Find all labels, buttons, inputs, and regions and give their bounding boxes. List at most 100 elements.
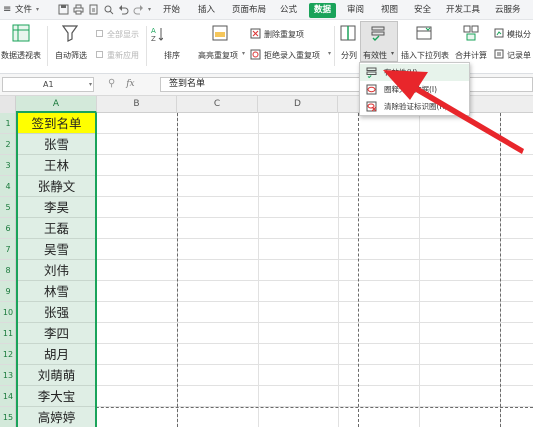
page-break-line (358, 113, 359, 427)
reject-dup-chevron-icon[interactable]: ▾ (328, 50, 331, 57)
reject-duplicates-button[interactable]: 拒绝录入重复项 (264, 50, 320, 61)
cell-a-name[interactable]: 刘萌萌 (18, 365, 95, 386)
consolidate-icon[interactable] (463, 25, 479, 41)
sort-button[interactable]: 排序 (164, 50, 180, 61)
reapply-button[interactable]: 重新应用 (107, 50, 139, 61)
highlight-duplicates-icon[interactable] (211, 24, 229, 42)
cell-a-name[interactable]: 吴雪 (18, 239, 95, 260)
cell-a-name[interactable]: 林雪 (18, 281, 95, 302)
row-header[interactable]: 13 (0, 365, 15, 386)
validity-icon[interactable] (370, 25, 386, 41)
record-form-button[interactable]: 记录单 (507, 50, 531, 61)
menu-item-clear-circles[interactable]: 清除验证标识圈(R) (360, 98, 469, 115)
cell-a-name[interactable]: 李四 (18, 323, 95, 344)
column-header-c[interactable]: C (177, 96, 258, 113)
cell-a-name[interactable]: 张静文 (18, 176, 95, 197)
file-menu[interactable]: 文件 (15, 3, 32, 17)
hamburger-icon[interactable]: ≡ (3, 3, 11, 17)
highlight-duplicates-button[interactable]: 高亮重复项 (198, 50, 238, 61)
tab-review[interactable]: 审阅 (345, 3, 366, 18)
sort-icon[interactable]: AZ (151, 26, 163, 42)
preview-icon[interactable] (103, 4, 114, 15)
consolidate-button[interactable]: 合并计算 (455, 50, 487, 61)
cell-a-name[interactable]: 高婷婷 (18, 407, 95, 427)
autofilter-button[interactable]: 自动筛选 (55, 50, 87, 61)
row-header[interactable]: 14 (0, 386, 15, 407)
tab-developer[interactable]: 开发工具 (444, 3, 482, 18)
validity-chevron-icon[interactable]: ▾ (391, 50, 394, 57)
row-header[interactable]: 1 (0, 113, 15, 134)
select-all-corner[interactable] (0, 96, 16, 113)
tab-home[interactable]: 开始 (161, 3, 182, 18)
fx-icon[interactable]: fx (126, 79, 134, 89)
insert-dropdown-list-icon[interactable] (416, 25, 432, 41)
formula-input[interactable]: 签到名单 (160, 77, 533, 92)
cell-a-name[interactable]: 王林 (18, 155, 95, 176)
page-break-line (500, 113, 501, 427)
row-header[interactable]: 2 (0, 134, 15, 155)
column-header-a[interactable]: A (16, 96, 97, 113)
row-header[interactable]: 10 (0, 302, 15, 323)
file-chevron-icon[interactable]: ▾ (36, 3, 39, 17)
qa-chevron-icon[interactable]: ▾ (148, 3, 151, 17)
insert-dropdown-list-button[interactable]: 插入下拉列表 (401, 50, 449, 61)
tab-insert[interactable]: 插入 (196, 3, 217, 18)
column-header-d[interactable]: D (258, 96, 338, 113)
zoom-icon[interactable]: ⚲ (108, 78, 115, 89)
split-columns-icon[interactable] (340, 25, 356, 41)
row-header[interactable]: 3 (0, 155, 15, 176)
delete-duplicates-button[interactable]: 删除重复项 (264, 29, 304, 40)
tab-security[interactable]: 安全 (412, 3, 433, 18)
simulate-analysis-button[interactable]: 模拟分 (507, 29, 531, 40)
show-all-button[interactable]: 全部显示 (107, 29, 139, 40)
cell-a-name[interactable]: 李昊 (18, 197, 95, 218)
cell-a-name[interactable]: 胡月 (18, 344, 95, 365)
row-header[interactable]: 7 (0, 239, 15, 260)
cell-a-name[interactable]: 刘伟 (18, 260, 95, 281)
row-header[interactable]: 11 (0, 323, 15, 344)
tab-cloud[interactable]: 云服务 (493, 3, 523, 18)
filter-icon[interactable] (62, 24, 78, 42)
undo-icon[interactable] (118, 4, 129, 15)
redo-icon[interactable] (133, 4, 144, 15)
tab-data[interactable]: 数据 (309, 3, 337, 18)
row-header[interactable]: 6 (0, 218, 15, 239)
menu-item-circle-invalid[interactable]: 圈释无效数据(I) (360, 81, 469, 98)
page-break-line (177, 113, 178, 427)
row-header[interactable]: 9 (0, 281, 15, 302)
split-button[interactable]: 分列 (341, 50, 357, 61)
row-header[interactable]: 15 (0, 407, 15, 427)
name-box[interactable]: A1 ▾ (2, 77, 94, 92)
cell-a-name[interactable]: 张雪 (18, 134, 95, 155)
cell-a-name[interactable]: 王磊 (18, 218, 95, 239)
row-header[interactable]: 5 (0, 197, 15, 218)
menu-item-label: 有效性(V) (384, 68, 418, 77)
menu-item-validity[interactable]: 有效性(V) (360, 64, 469, 81)
tab-page-layout[interactable]: 页面布局 (230, 3, 268, 18)
record-form-icon (494, 49, 504, 59)
reapply-icon (96, 51, 103, 58)
cell-grid[interactable]: 签到名单 张雪 王林 张静文 李昊 王磊 吴雪 刘伟 林雪 张强 李四 胡月 刘… (16, 113, 533, 427)
pivot-table-icon[interactable] (12, 24, 30, 42)
cell-a-name[interactable]: 李大宝 (18, 386, 95, 407)
tab-view[interactable]: 视图 (379, 3, 400, 18)
export-pdf-icon[interactable] (88, 4, 99, 15)
highlight-dup-chevron-icon[interactable]: ▾ (242, 50, 245, 57)
print-icon[interactable] (73, 4, 84, 15)
cell-a-name[interactable]: 张强 (18, 302, 95, 323)
row-header[interactable]: 12 (0, 344, 15, 365)
name-box-chevron-icon[interactable]: ▾ (89, 78, 92, 91)
menu-bar: ≡ 文件 ▾ ▾ 开始 插入 页面布局 公式 数据 审阅 视图 安全 开发工具 … (0, 0, 533, 20)
save-icon[interactable] (58, 4, 69, 15)
cell-a1-header[interactable]: 签到名单 (18, 113, 95, 134)
svg-text:A: A (151, 27, 156, 35)
column-header-b[interactable]: B (97, 96, 177, 113)
pivot-table-button[interactable]: 数据透视表 (1, 50, 41, 61)
validity-button[interactable]: 有效性 (363, 50, 387, 61)
row-header[interactable]: 8 (0, 260, 15, 281)
menu-item-label: 圈释无效数据(I) (384, 85, 438, 94)
selected-column-a[interactable]: 签到名单 张雪 王林 张静文 李昊 王磊 吴雪 刘伟 林雪 张强 李四 胡月 刘… (16, 113, 97, 427)
simulate-analysis-icon (494, 28, 504, 38)
tab-formula[interactable]: 公式 (278, 3, 299, 18)
row-header[interactable]: 4 (0, 176, 15, 197)
